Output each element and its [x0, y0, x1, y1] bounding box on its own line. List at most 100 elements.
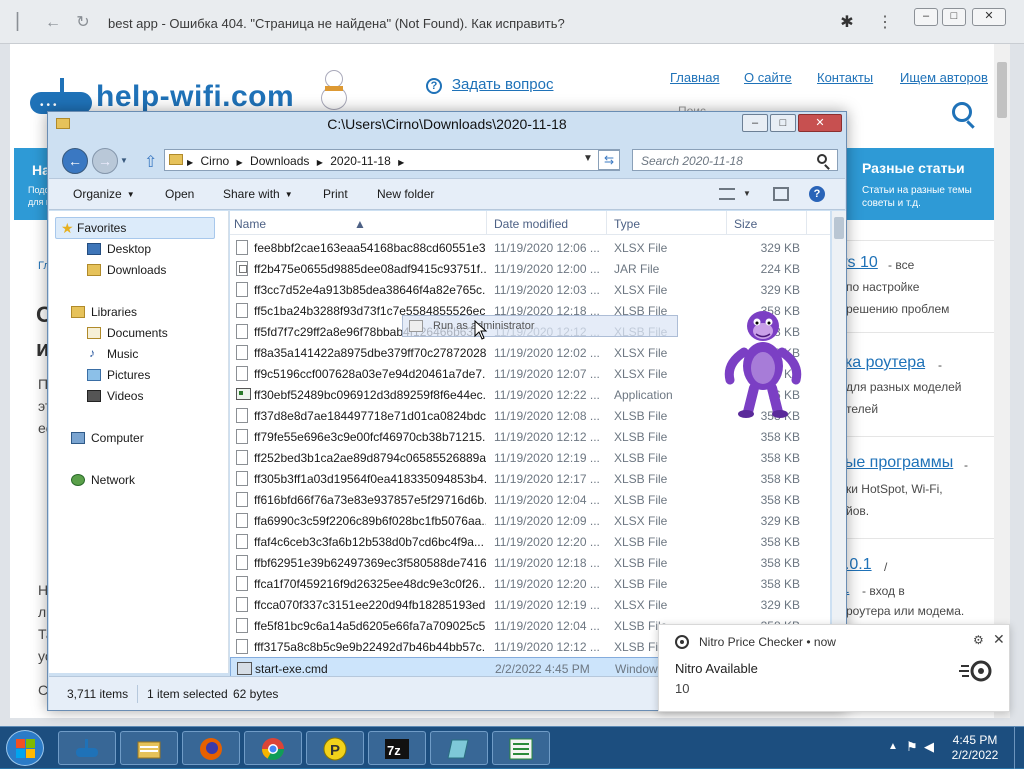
file-type: XLSX File: [614, 241, 668, 255]
nav-network[interactable]: Network: [91, 473, 135, 487]
file-list-scrollbar[interactable]: [832, 211, 846, 673]
explorer-title: C:\Users\Cirno\Downloads\2020-11-18: [327, 116, 567, 132]
preview-pane-icon[interactable]: [773, 187, 789, 201]
new-folder-button[interactable]: New folder: [377, 187, 434, 201]
search-icon[interactable]: [952, 102, 972, 122]
file-row[interactable]: ff3cc7d52e4a913b85dea38646f4a82e765c... 1…: [230, 279, 826, 300]
taskbar-router-app[interactable]: [58, 731, 116, 765]
refresh-button[interactable]: ⇆: [598, 150, 620, 170]
column-type[interactable]: Type: [614, 217, 640, 231]
file-row[interactable]: ffca1f70f459216f9d26325ee48dc9e3c0f26...…: [230, 573, 826, 594]
close-icon[interactable]: ✕: [993, 631, 1005, 648]
file-row[interactable]: ffcca070f337c3151ee220d94fb18285193ed...…: [230, 594, 826, 615]
breadcrumb-downloads[interactable]: Downloads: [250, 154, 309, 168]
reload-icon[interactable]: ↻: [74, 14, 92, 32]
sidebar-toggle-icon[interactable]: ▏: [14, 14, 32, 32]
band-right[interactable]: Разные статьи Статьи на разные темы сове…: [862, 160, 972, 210]
file-name: start-exe.cmd: [255, 662, 328, 676]
nav-contacts-link[interactable]: Контакты: [817, 70, 873, 85]
column-date-modified[interactable]: Date modified: [494, 217, 568, 231]
taskbar-tasklist-app[interactable]: [492, 731, 550, 765]
taskbar-notebook-app[interactable]: [430, 731, 488, 765]
nav-about-link[interactable]: О сайте: [744, 70, 792, 85]
chevron-right-icon[interactable]: ▶: [237, 158, 243, 167]
explorer-minimize-button[interactable]: –: [742, 114, 768, 132]
tray-expand-icon[interactable]: ▲: [888, 741, 898, 752]
explorer-search-input[interactable]: Search 2020-11-18: [632, 149, 838, 171]
open-button[interactable]: Open: [165, 187, 194, 201]
breadcrumb-current[interactable]: 2020-11-18: [330, 154, 391, 168]
file-size: 358 KB: [760, 556, 800, 570]
nav-downloads[interactable]: Downloads: [107, 263, 166, 277]
file-row[interactable]: ffa6990c3c59f2206c89b6f028bc1fb5076aa...…: [230, 510, 826, 531]
print-button[interactable]: Print: [323, 187, 348, 201]
bonzi-buddy-icon[interactable]: [722, 308, 804, 420]
file-date: 11/19/2020 12:08 ...: [494, 409, 600, 423]
right-card-link-3[interactable]: ные программы: [836, 454, 953, 472]
chevron-right-icon[interactable]: ▶: [398, 158, 404, 167]
nav-videos[interactable]: Videos: [107, 389, 143, 403]
browser-scrollbar[interactable]: [994, 44, 1010, 718]
taskbar-firefox-app[interactable]: [182, 731, 240, 765]
notification-toast[interactable]: Nitro Price Checker • now ⚙ ✕ Nitro Avai…: [658, 624, 1010, 712]
share-with-label: Share with: [223, 187, 280, 201]
show-desktop-button[interactable]: [1014, 727, 1024, 769]
maximize-button[interactable]: □: [942, 8, 966, 26]
address-bar[interactable]: ▶ Cirno ▶ Downloads ▶ 2020-11-18 ▶ ▼: [164, 149, 620, 171]
file-row[interactable]: ff252bed3b1ca2ae89d8794c06585526889a... 1…: [230, 447, 826, 468]
share-with-button[interactable]: Share with ▼: [223, 187, 293, 201]
nav-home-link[interactable]: Главная: [670, 70, 719, 85]
back-button[interactable]: ←: [62, 148, 88, 174]
nav-authors-link[interactable]: Ищем авторов: [900, 70, 988, 85]
column-name[interactable]: Name: [234, 217, 266, 231]
explorer-maximize-button[interactable]: □: [770, 114, 796, 132]
file-row[interactable]: ffbf62951e39b62497369ec3f580588de7416...…: [230, 552, 826, 573]
nav-favorites-label[interactable]: Favorites: [77, 221, 126, 235]
file-name: ff2b475e0655d9885dee08adf9415c93751f...: [254, 262, 486, 276]
up-arrow-icon[interactable]: ⇧: [144, 152, 157, 172]
gear-icon[interactable]: ⚙: [973, 633, 984, 647]
explorer-close-button[interactable]: ✕: [798, 114, 842, 132]
file-row[interactable]: fee8bbf2cae163eaa54168bac88cd60551e3... 1…: [230, 237, 826, 258]
chevron-right-icon[interactable]: ▶: [187, 158, 193, 167]
organize-button[interactable]: Organize ▼: [73, 187, 135, 201]
extensions-icon[interactable]: ✱: [838, 14, 856, 32]
taskbar-chrome-app[interactable]: [244, 731, 302, 765]
flag-icon[interactable]: ⚑: [906, 739, 918, 755]
close-button[interactable]: ✕: [972, 8, 1006, 26]
forward-button[interactable]: →: [92, 148, 118, 174]
clock[interactable]: 4:45 PM 2/2/2022: [940, 733, 1010, 763]
file-row[interactable]: ff2b475e0655d9885dee08adf9415c93751f... 1…: [230, 258, 826, 279]
chevron-down-icon[interactable]: ▼: [743, 189, 751, 198]
file-icon: [236, 555, 248, 570]
command-bar: Organize ▼ Open Share with ▼ Print New fol…: [49, 178, 845, 210]
nav-computer[interactable]: Computer: [91, 431, 144, 445]
nav-libraries[interactable]: Libraries: [91, 305, 137, 319]
file-name: ff8a35a141422a8975dbe379ff70c27872028...: [254, 346, 486, 360]
volume-icon[interactable]: ◀: [924, 739, 934, 755]
column-size[interactable]: Size: [734, 217, 757, 231]
recent-pages-icon[interactable]: ▼: [120, 156, 128, 165]
chevron-right-icon[interactable]: ▶: [317, 158, 323, 167]
file-row[interactable]: ff616bfd66f76a73e83e937857e5f29716d6b...…: [230, 489, 826, 510]
taskbar-7zip-app[interactable]: 7z: [368, 731, 426, 765]
right-card-link-2[interactable]: йка роутера: [836, 354, 925, 372]
file-row[interactable]: ffaf4c6ceb3c3fa6b12b538d0b7cd6bc4f9a... 1…: [230, 531, 826, 552]
minimize-button[interactable]: –: [914, 8, 938, 26]
help-icon[interactable]: ?: [809, 186, 825, 202]
ask-question-link[interactable]: Задать вопрос: [452, 76, 553, 93]
chevron-down-icon[interactable]: ▼: [583, 153, 593, 164]
breadcrumb-cirno[interactable]: Cirno: [201, 154, 230, 168]
nav-documents[interactable]: Documents: [107, 326, 168, 340]
start-button[interactable]: [6, 730, 44, 766]
file-row[interactable]: ff305b3ff1a03d19564f0ea418335094853b4...…: [230, 468, 826, 489]
views-icon[interactable]: [719, 188, 735, 200]
menu-icon[interactable]: ⋮: [876, 14, 894, 32]
file-row[interactable]: ff79fe55e696e3c9e00fcf46970cb38b71215...…: [230, 426, 826, 447]
taskbar-p-app[interactable]: P: [306, 731, 364, 765]
nav-desktop[interactable]: Desktop: [107, 242, 151, 256]
nav-music[interactable]: Music: [107, 347, 138, 361]
taskbar-explorer-app[interactable]: [120, 731, 178, 765]
nav-pictures[interactable]: Pictures: [107, 368, 150, 382]
back-icon[interactable]: ←: [44, 14, 62, 32]
